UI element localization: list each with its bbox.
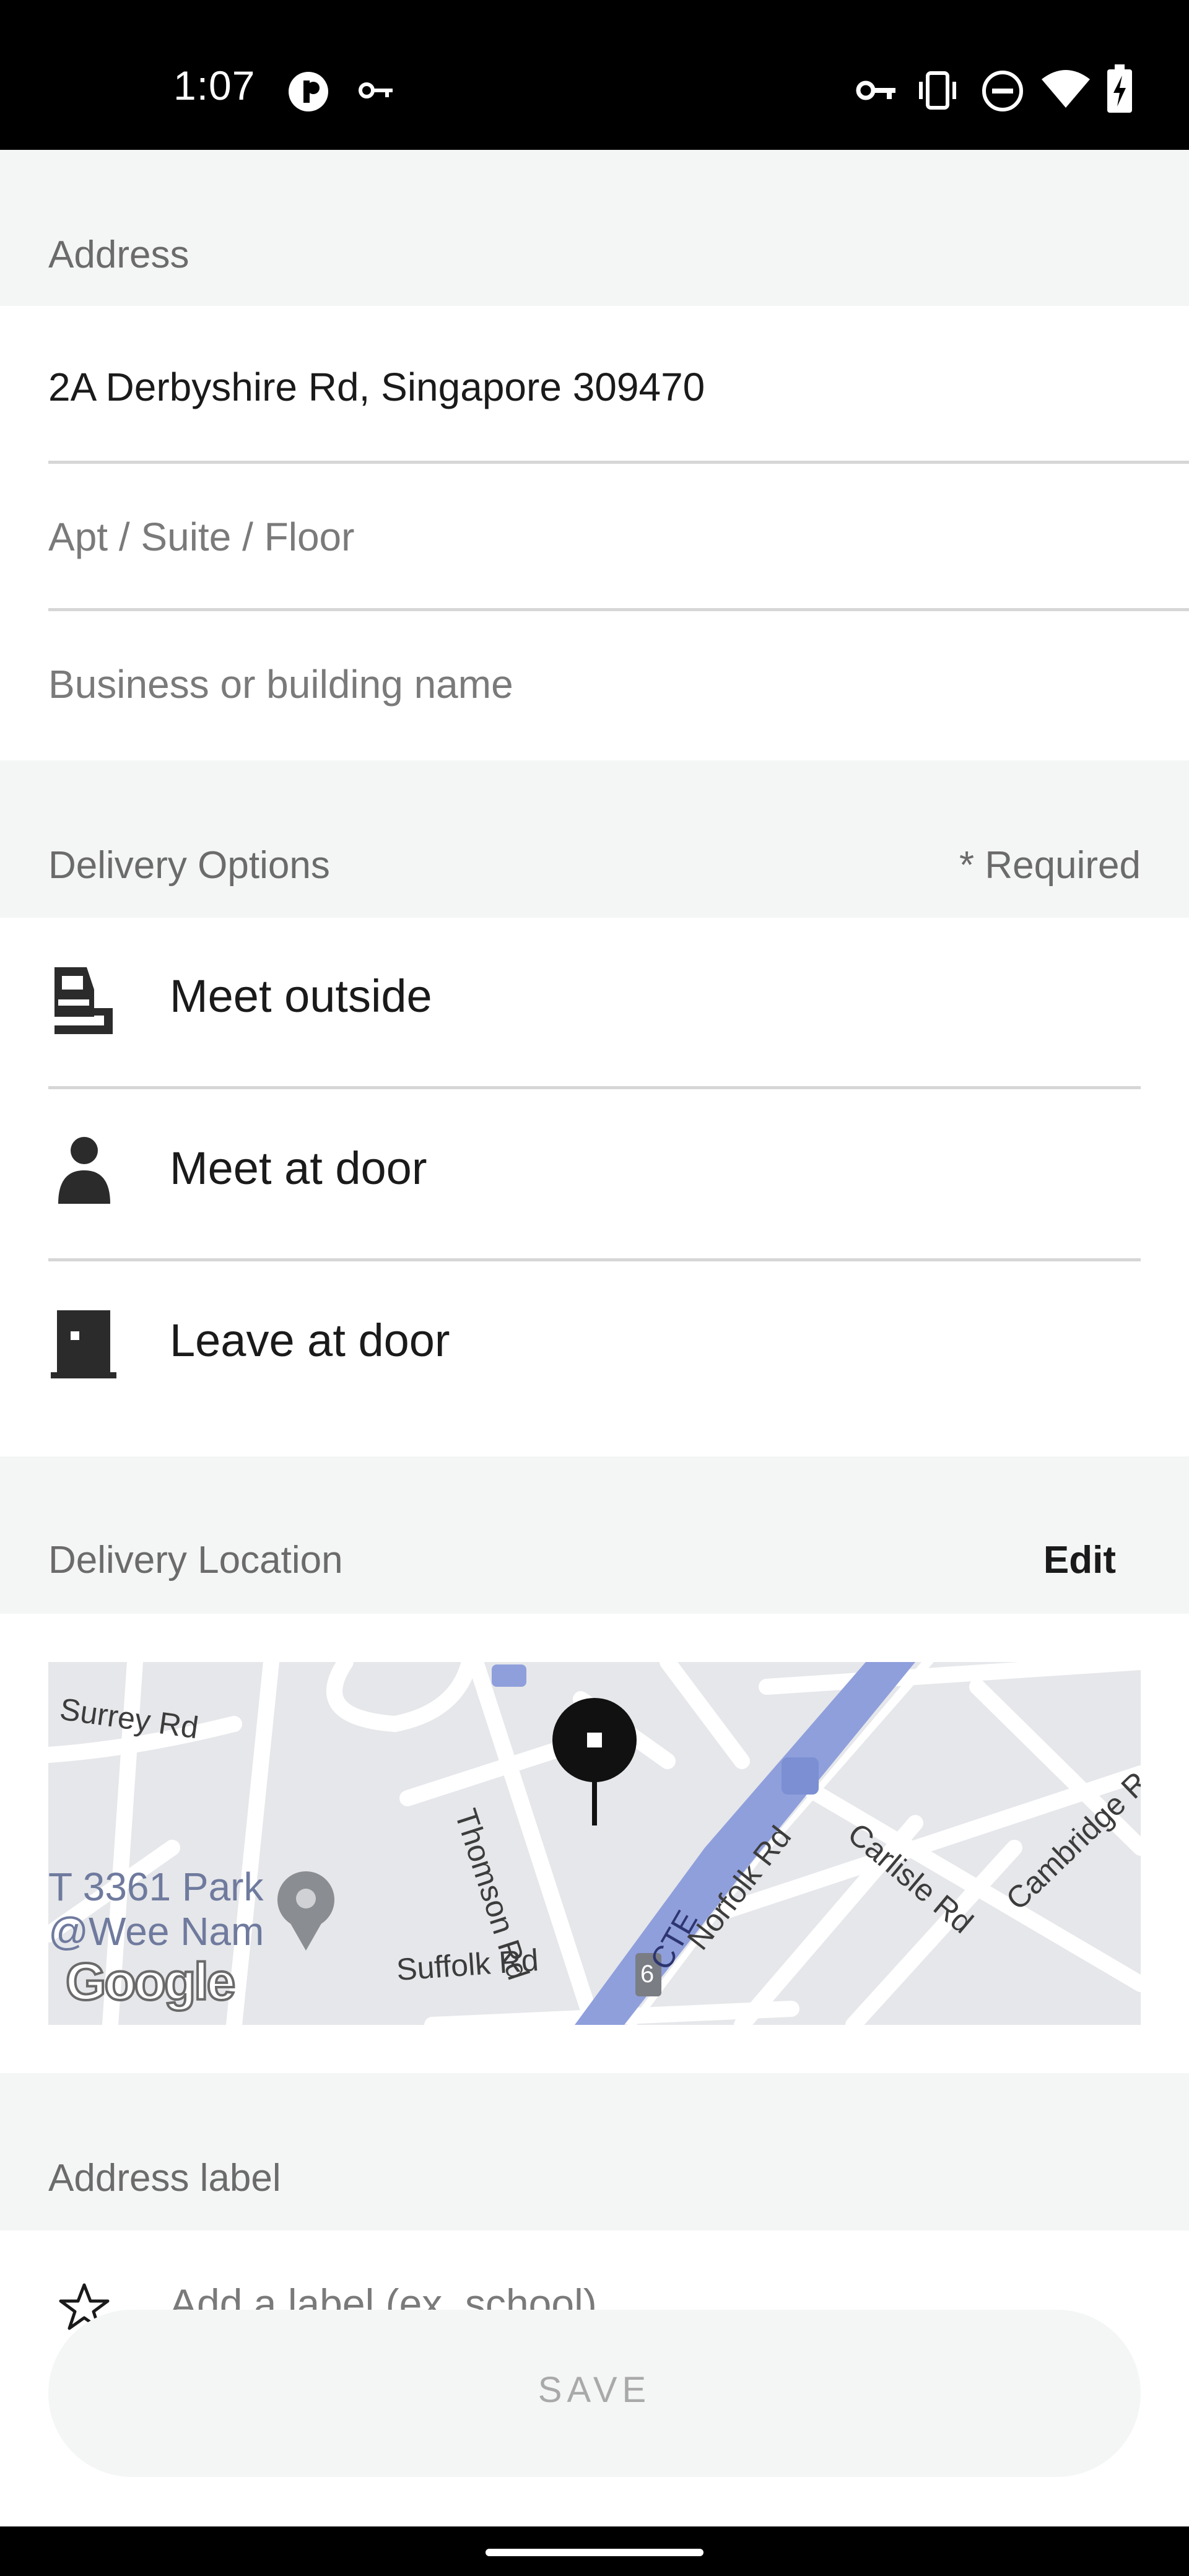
wifi-icon: [1042, 70, 1090, 108]
save-button[interactable]: SAVE: [48, 2310, 1141, 2477]
vibrate-icon: [919, 71, 956, 110]
option-label: Meet outside: [170, 970, 432, 1022]
status-time: 1:07: [173, 63, 256, 108]
option-meet-outside[interactable]: Meet outside: [0, 918, 1189, 1087]
door-icon: [51, 1310, 116, 1378]
address-label-header: Address label: [48, 2157, 281, 2200]
address-fields: 2A Derbyshire Rd, Singapore 309470 Apt /…: [0, 306, 1189, 760]
divider: [48, 461, 1189, 464]
battery-charging-icon: [1107, 64, 1132, 113]
status-bar: 1:07: [0, 0, 1189, 150]
car-icon: [54, 967, 113, 1034]
street-address-field[interactable]: 2A Derbyshire Rd, Singapore 309470: [48, 364, 705, 410]
map-label: T 3361 Park: [48, 1865, 264, 1909]
divider: [48, 608, 1189, 611]
apt-suite-floor-input[interactable]: Apt / Suite / Floor: [48, 514, 354, 560]
vpn-key-icon: [856, 80, 895, 100]
delivery-location-header: Delivery Location: [48, 1539, 343, 1582]
option-leave-at-door[interactable]: Leave at door: [0, 1262, 1189, 1432]
delivery-options-list: Meet outside Meet at door Leave at door: [0, 918, 1189, 1456]
option-label: Leave at door: [170, 1315, 450, 1366]
home-gesture-handle[interactable]: [486, 2549, 703, 2556]
option-label: Meet at door: [170, 1142, 427, 1194]
option-meet-at-door[interactable]: Meet at door: [0, 1090, 1189, 1260]
required-label: * Required: [959, 844, 1141, 887]
delivery-options-section-header: Delivery Options * Required: [0, 760, 1189, 918]
address-section-header: Address: [0, 150, 1189, 306]
key-icon: [359, 82, 393, 98]
address-header: Address: [48, 233, 189, 276]
person-icon: [58, 1137, 110, 1204]
map-label: @Wee Nam: [48, 1909, 264, 1954]
route-number: 6: [640, 1960, 655, 1988]
edit-location-button[interactable]: Edit: [1043, 1538, 1116, 1582]
address-label-section-header: Address label: [0, 2073, 1189, 2230]
divider: [48, 1258, 1141, 1261]
delivery-location-section-header: Delivery Location Edit: [0, 1456, 1189, 1614]
delivery-options-header: Delivery Options: [48, 844, 330, 887]
business-name-input[interactable]: Business or building name: [48, 661, 513, 707]
save-button-label: SAVE: [538, 2370, 651, 2410]
delivery-map[interactable]: Surrey Rd Thomson Rd T 3361 Park @Wee Na…: [48, 1662, 1141, 2025]
do-not-disturb-icon: [982, 71, 1023, 111]
pi-hole-icon: [289, 72, 328, 111]
divider: [48, 1086, 1141, 1089]
bus-stop-icon: [492, 1664, 526, 1687]
google-logo: Google: [64, 1951, 237, 2012]
bus-stop-icon: [782, 1757, 819, 1795]
